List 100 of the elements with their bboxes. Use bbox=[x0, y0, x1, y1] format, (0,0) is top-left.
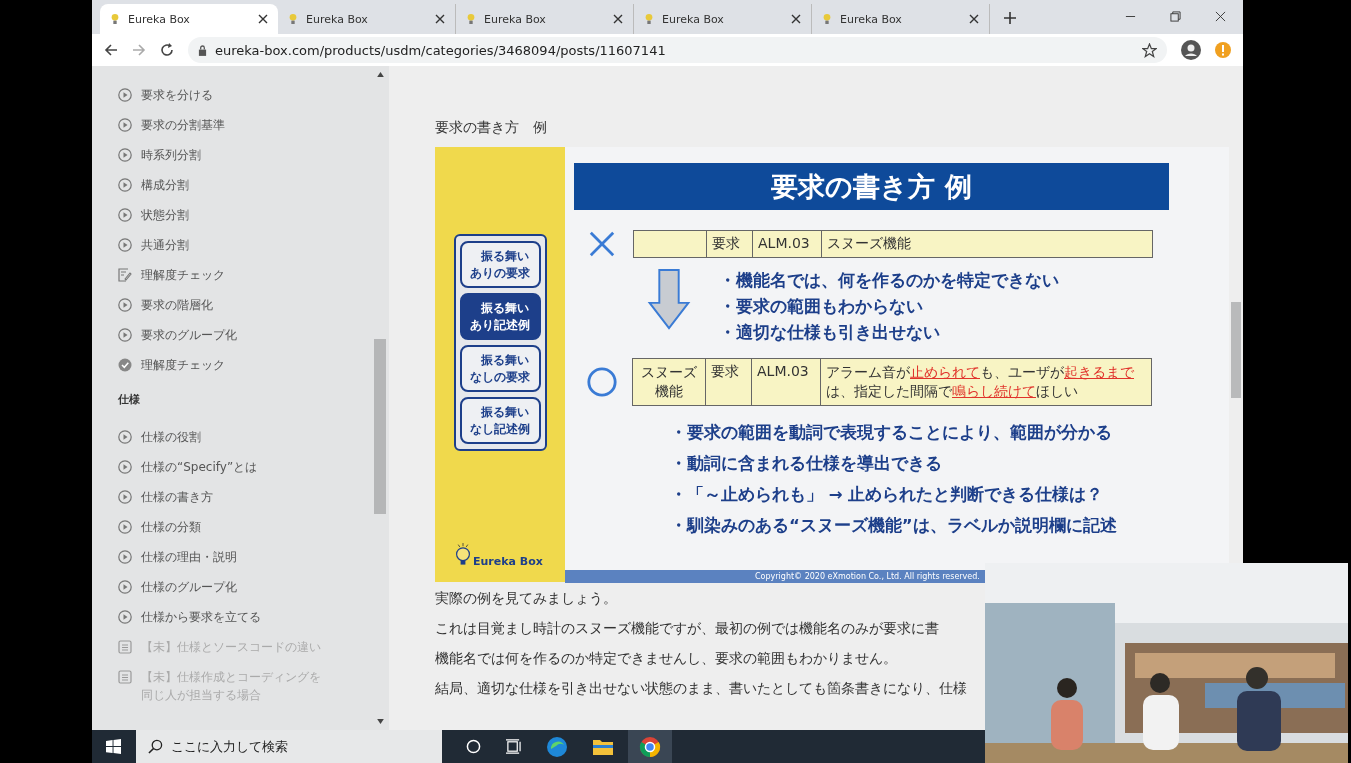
close-icon[interactable] bbox=[1215, 11, 1226, 22]
bullet-point: ・適切な仕様も引き出せない bbox=[719, 322, 941, 344]
play-icon bbox=[118, 430, 132, 444]
lesson-link[interactable]: 要求を分ける bbox=[118, 86, 328, 116]
play-icon bbox=[118, 208, 132, 222]
play-icon bbox=[118, 118, 132, 132]
profile-icon[interactable] bbox=[1181, 40, 1201, 60]
bulb-icon bbox=[466, 13, 476, 25]
play-icon bbox=[118, 550, 132, 564]
play-icon bbox=[118, 328, 132, 342]
slide-nav-button[interactable]: 振る舞いなしの要求 bbox=[459, 345, 541, 392]
play-icon bbox=[118, 238, 132, 252]
lesson-link[interactable]: 仕様の役割 bbox=[118, 428, 328, 458]
bulb-icon bbox=[110, 13, 120, 25]
slide-nav-button[interactable]: 振る舞いなし記述例 bbox=[459, 397, 541, 444]
plus-icon[interactable] bbox=[1004, 12, 1016, 24]
slide-nav-button[interactable]: 振る舞いありの要求 bbox=[459, 241, 541, 288]
chrome-icon bbox=[639, 735, 661, 758]
paragraph: 実際の例を見てみましょう。 bbox=[435, 589, 618, 608]
url-text: eureka-box.com/products/usdm/categories/3468094/posts/11607141 bbox=[215, 42, 667, 58]
lesson-link[interactable]: 状態分割 bbox=[118, 206, 328, 236]
down-arrow-icon bbox=[647, 268, 691, 330]
circle-icon bbox=[586, 366, 618, 398]
browser-icon[interactable] bbox=[546, 735, 568, 758]
lesson-link[interactable]: 仕様の“Specify”とは bbox=[118, 458, 328, 488]
play-icon bbox=[118, 178, 132, 192]
lesson-link[interactable]: 仕様から要求を立てる bbox=[118, 608, 328, 638]
scrollbar-thumb[interactable] bbox=[374, 339, 386, 514]
table-cell: ALM.03 bbox=[752, 359, 821, 405]
slide-title: 要求の書き方 例 bbox=[574, 163, 1169, 210]
document-icon bbox=[118, 640, 132, 654]
scrollbar-thumb[interactable] bbox=[1231, 302, 1241, 398]
browser-tab[interactable]: Eureka Box bbox=[100, 4, 278, 34]
check-icon bbox=[118, 358, 132, 372]
edit-icon bbox=[118, 268, 132, 282]
lesson-link[interactable]: 仕様の書き方 bbox=[118, 488, 328, 518]
lesson-link[interactable]: 要求のグループ化 bbox=[118, 326, 328, 356]
back-icon[interactable] bbox=[104, 43, 118, 57]
close-icon[interactable] bbox=[969, 14, 979, 24]
lesson-link[interactable]: 時系列分割 bbox=[118, 146, 328, 176]
play-icon bbox=[118, 298, 132, 312]
star-icon[interactable] bbox=[1142, 42, 1157, 58]
lesson-link[interactable]: 仕様の理由・説明 bbox=[118, 548, 328, 578]
lesson-link[interactable]: 構成分割 bbox=[118, 176, 328, 206]
close-icon[interactable] bbox=[613, 14, 623, 24]
windows-icon[interactable] bbox=[106, 739, 121, 754]
search-icon bbox=[148, 739, 163, 754]
play-icon bbox=[118, 460, 132, 474]
bullet-point: ・要求の範囲もわからない bbox=[719, 296, 924, 318]
circle-icon[interactable] bbox=[466, 739, 481, 754]
reload-icon[interactable] bbox=[160, 43, 174, 57]
bulb-icon bbox=[288, 13, 298, 25]
lesson-link[interactable]: 要求の分割基準 bbox=[118, 116, 328, 146]
play-icon bbox=[118, 610, 132, 624]
play-icon bbox=[118, 88, 132, 102]
table-cell-text: スヌーズ機能 bbox=[826, 234, 912, 253]
logo-text: Eureka Box bbox=[473, 555, 543, 568]
section-heading: 要求の書き方 例 bbox=[435, 119, 548, 137]
table-cell: スヌーズ機能 bbox=[633, 359, 706, 405]
lesson-link[interactable]: 仕様のグループ化 bbox=[118, 578, 328, 608]
bulb-icon bbox=[644, 13, 654, 25]
table-cell: 要求 bbox=[707, 231, 753, 257]
chrome-taskbar-button[interactable] bbox=[628, 730, 672, 763]
lesson-link[interactable]: 理解度チェック bbox=[118, 356, 328, 386]
table-cell: ALM.03 bbox=[753, 231, 822, 257]
copyright-text: Copyright© 2020 eXmotion Co., Ltd. All rights reserved. bbox=[755, 572, 980, 581]
lesson-link[interactable]: 仕様の分類 bbox=[118, 518, 328, 548]
bulb-icon bbox=[822, 13, 832, 25]
close-icon[interactable] bbox=[791, 14, 801, 24]
paragraph: 機能名では何を作るのか特定できませんし、要求の範囲もわかりません。 bbox=[435, 649, 898, 668]
scroll-up-icon[interactable] bbox=[376, 72, 384, 77]
folder-icon[interactable] bbox=[592, 737, 614, 756]
bulb-icon bbox=[455, 542, 471, 568]
bullet-point: ・動詞に含まれる仕様を導出できる bbox=[670, 453, 943, 475]
bullet-point: ・機能名では、何を作るのかを特定できない bbox=[719, 270, 1059, 292]
table-cell: 要求 bbox=[706, 359, 752, 405]
document-icon bbox=[118, 670, 132, 684]
play-icon bbox=[118, 148, 132, 162]
lock-icon bbox=[198, 44, 207, 56]
scroll-down-icon[interactable] bbox=[376, 719, 384, 724]
lesson-link[interactable]: 理解度チェック bbox=[118, 266, 328, 296]
close-icon[interactable] bbox=[258, 14, 268, 24]
task-view-icon[interactable] bbox=[505, 739, 522, 754]
paragraph: これは目覚まし時計のスヌーズ機能ですが、最初の例では機能名のみが要求に書 bbox=[435, 619, 940, 638]
bullet-point: ・馴染みのある“スヌーズ機能”は、ラベルか説明欄に記述 bbox=[670, 515, 1118, 537]
play-icon bbox=[118, 580, 132, 594]
bullet-point: ・「～止められも」 → 止められたと判断できる仕様は？ bbox=[670, 484, 1105, 506]
bullet-point: ・要求の範囲を動詞で表現することにより、範囲が分かる bbox=[670, 422, 1113, 444]
paragraph: 結局、適切な仕様を引き出せない状態のまま、書いたとしても箇条書きになり、仕様 bbox=[435, 679, 968, 698]
restore-icon[interactable] bbox=[1170, 11, 1181, 22]
slide-nav-button[interactable]: 振る舞いあり記述例 bbox=[459, 293, 541, 340]
address-bar[interactable]: eureka-box.com/products/usdm/categories/3468094/posts/11607141 bbox=[188, 37, 1167, 63]
cross-icon bbox=[588, 230, 616, 258]
lesson-link[interactable]: 共通分割 bbox=[118, 236, 328, 266]
search-field[interactable]: ここに入力して検索 bbox=[136, 730, 442, 763]
close-icon[interactable] bbox=[435, 14, 445, 24]
table-cell-text: アラーム音が止められて も、ユーザが起きるまで は、指定した間隔で鳴らし続けてほしい bbox=[825, 363, 1135, 401]
play-icon bbox=[118, 490, 132, 504]
play-icon bbox=[118, 520, 132, 534]
lesson-link[interactable]: 要求の階層化 bbox=[118, 296, 328, 326]
